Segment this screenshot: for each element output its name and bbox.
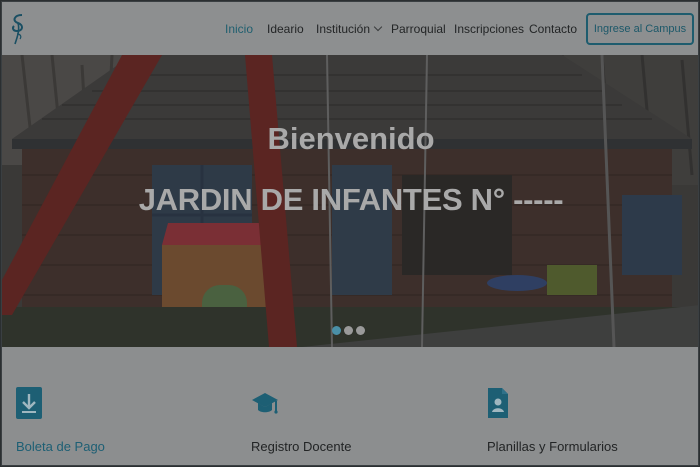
feature-label[interactable]: Planillas y Formularios: [487, 439, 618, 454]
campus-login-button[interactable]: Ingrese al Campus: [586, 13, 694, 45]
nav-item-contacto[interactable]: Contacto: [529, 22, 577, 36]
nav-item-inscripciones[interactable]: Inscripciones: [454, 22, 524, 36]
script-s-logo-icon[interactable]: [8, 12, 30, 46]
navbar: Inicio Ideario Institución Parroquial In…: [2, 2, 698, 55]
chevron-down-icon: [373, 22, 383, 32]
nav-item-inicio[interactable]: Inicio: [225, 22, 253, 36]
feature-label[interactable]: Registro Docente: [251, 439, 351, 454]
page: Inicio Ideario Institución Parroquial In…: [1, 1, 699, 466]
nav-item-institucion-label: Institución: [316, 22, 371, 36]
feature-label[interactable]: Boleta de Pago: [16, 439, 105, 454]
carousel-dot-2[interactable]: [344, 326, 353, 335]
features-section: Boleta de Pago Registro Docente Planilla…: [2, 347, 698, 465]
nav-item-parroquial[interactable]: Parroquial: [391, 22, 446, 36]
document-user-icon: [488, 388, 508, 418]
nav-item-institucion[interactable]: Institución: [316, 22, 383, 36]
carousel-dot-1[interactable]: [332, 326, 341, 335]
graduation-cap-icon: [252, 393, 278, 414]
download-box-icon: [16, 387, 42, 419]
carousel-dot-3[interactable]: [356, 326, 365, 335]
hero-carousel: Bienvenido JARDIN DE INFANTES N° -----: [2, 55, 698, 347]
hero-subtitle: JARDIN DE INFANTES N° -----: [138, 182, 564, 217]
nav-item-ideario[interactable]: Ideario: [267, 22, 304, 36]
hero-title: Bienvenido: [267, 121, 435, 156]
